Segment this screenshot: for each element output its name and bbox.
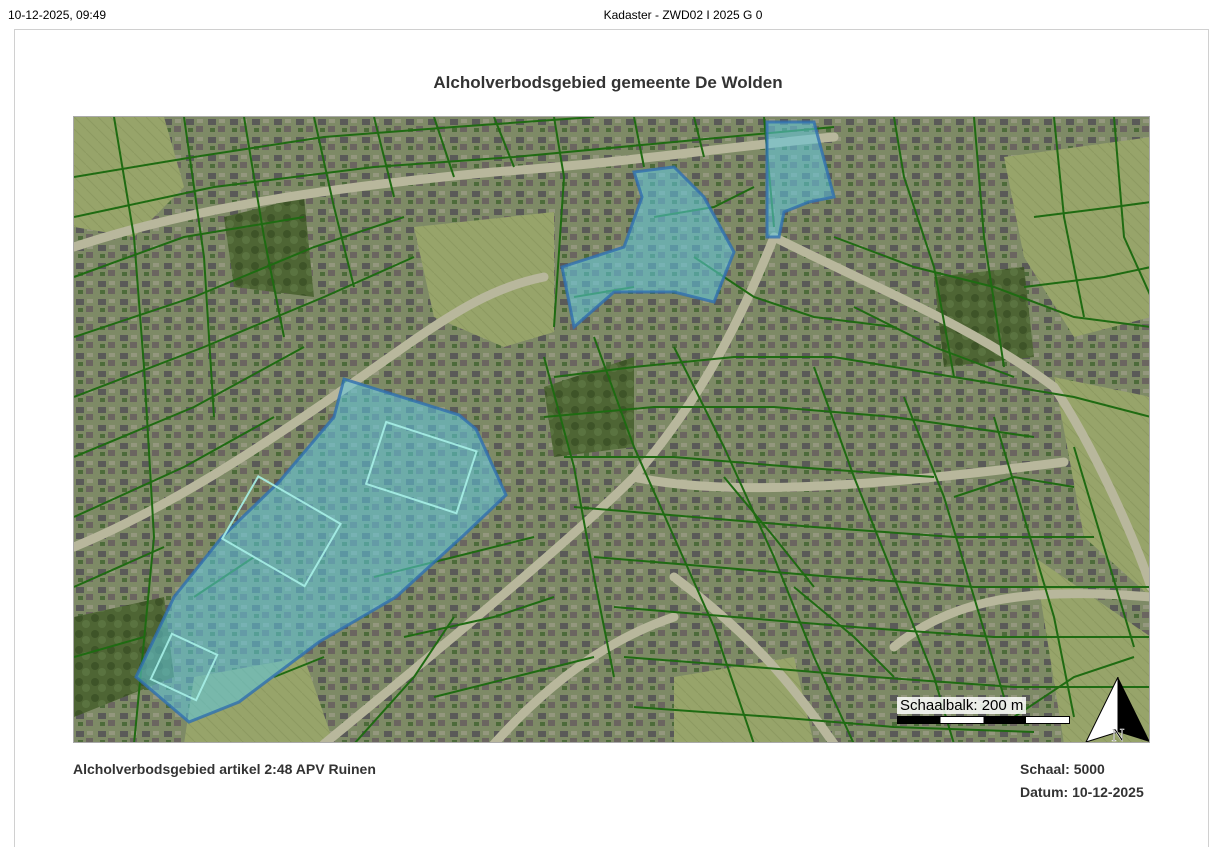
scalebar-bar: [897, 716, 1070, 724]
scalebar: Schaalbalk: 200 m: [897, 697, 1072, 724]
map-scale-text: Schaal: 5000: [1020, 761, 1105, 777]
map-date-text: Datum: 10-12-2025: [1020, 784, 1144, 800]
map-legend-text: Alcholverbodsgebied artikel 2:48 APV Rui…: [73, 761, 376, 777]
map-canvas: [74, 117, 1149, 742]
map-frame: N: [73, 116, 1150, 743]
print-document-title: Kadaster - ZWD02 I 2025 G 0: [603, 8, 763, 22]
north-arrow-label: N: [1112, 725, 1125, 743]
north-arrow-icon: N: [1084, 677, 1149, 743]
print-header: 10-12-2025, 09:49 Kadaster - ZWD02 I 202…: [0, 0, 1216, 28]
scalebar-label: Schaalbalk: 200 m: [897, 697, 1027, 714]
map-title: Alcholverbodsgebied gemeente De Wolden: [433, 73, 783, 92]
